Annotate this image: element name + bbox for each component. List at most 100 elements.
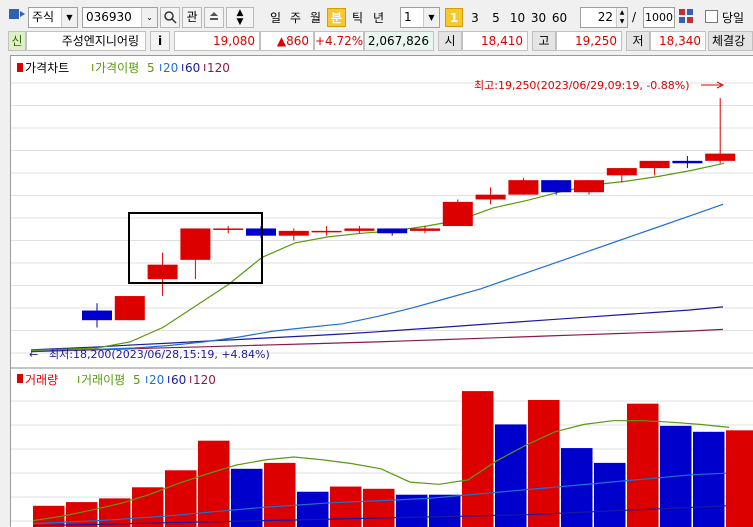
volume-bar <box>132 487 164 527</box>
vol-ma120-mark-icon: ı <box>189 372 192 386</box>
ma5-line <box>30 162 725 351</box>
candle-body <box>475 194 506 200</box>
volume-ma-120: 120 <box>193 373 216 387</box>
volume-bar <box>297 491 329 527</box>
price-change: ▲860 <box>260 31 314 51</box>
volume-legend: 거래량 ı 거래이평 5 ı 20 ı 60 ı 120 <box>17 372 216 387</box>
chevron-down-icon[interactable]: ⌄ <box>141 8 157 27</box>
volume-bar <box>561 448 593 527</box>
period-tab-4[interactable]: 틱 <box>348 8 367 27</box>
display-count-value: 22 <box>597 10 613 24</box>
arrow-panel-icon <box>9 9 25 19</box>
volume-ma-5: 5 <box>133 373 141 387</box>
search-icon <box>164 11 177 24</box>
stock-code-input[interactable]: 036930 ⌄ <box>82 7 158 28</box>
volume-ma-label: 거래이평 <box>81 373 125 387</box>
price-ma-20: 20 <box>163 61 178 75</box>
candle-body <box>180 228 211 260</box>
current-price: 19,080 <box>174 31 260 51</box>
candle-body <box>442 201 473 227</box>
price-ma-60: 60 <box>185 61 200 75</box>
spinner-icon[interactable]: ▲ ▼ <box>616 8 627 27</box>
chart-area: 가격차트 ı 가격이평 5 ı 20 ı 60 ı 120 최고:19,250(… <box>10 55 753 527</box>
candle-body <box>606 168 637 176</box>
today-label: 당일 <box>722 11 745 25</box>
candle-body <box>344 228 375 231</box>
watchlist-button[interactable]: 관 <box>182 7 202 28</box>
settings-icon <box>679 9 693 23</box>
today-checkbox[interactable] <box>705 10 718 23</box>
volume-bar <box>429 494 461 527</box>
volume-bar <box>231 468 263 527</box>
quick-interval-1[interactable]: 3 <box>466 8 484 27</box>
moving-average-lines <box>30 162 725 353</box>
period-tab-0[interactable]: 일 <box>266 8 285 27</box>
triangle-menu-icon <box>210 12 218 20</box>
quick-interval-0[interactable]: 1 <box>445 8 463 27</box>
period-tab-1[interactable]: 주 <box>286 8 305 27</box>
strength-label: 체결강 <box>708 31 753 51</box>
volume-bar <box>363 488 395 527</box>
arrow-left-icon: ← <box>29 348 38 361</box>
chevron-down-icon[interactable]: ▼ <box>423 8 439 27</box>
quick-interval-5[interactable]: 60 <box>550 8 569 27</box>
period-tab-5[interactable]: 년 <box>369 8 388 27</box>
count-separator: / <box>632 10 637 24</box>
candle-body <box>541 180 572 193</box>
candle-body <box>410 228 440 231</box>
display-count-input[interactable]: 22 ▲ ▼ <box>580 7 628 28</box>
candle-body <box>639 160 670 169</box>
screen-toggle-button[interactable] <box>8 7 26 28</box>
volume-bar <box>330 486 362 527</box>
market-select[interactable]: 주식 ▼ <box>28 7 78 28</box>
chevron-down-icon[interactable]: ▼ <box>61 8 77 27</box>
low-label: 저 <box>626 31 650 51</box>
candle-body <box>311 230 342 233</box>
vol-ma20-mark-icon: ı <box>145 372 148 386</box>
volume-bar <box>99 498 131 527</box>
price-change-pct: +4.72% <box>314 31 364 51</box>
quick-interval-2[interactable]: 5 <box>487 8 505 27</box>
total-count-input[interactable]: 1000 <box>643 7 675 28</box>
search-button[interactable] <box>160 7 180 28</box>
total-count-value: 1000 <box>645 11 673 24</box>
left-strip <box>0 55 10 527</box>
ma60-mark-icon: ı <box>181 60 184 74</box>
volume-bar <box>693 431 725 527</box>
price-ma-120: 120 <box>207 61 230 75</box>
candle-body <box>114 296 145 321</box>
price-ma-label: 가격이평 <box>95 61 139 75</box>
open-label: 시 <box>438 31 462 51</box>
market-select-value: 주식 <box>32 10 55 24</box>
candle-body <box>377 228 408 234</box>
candle-body <box>574 180 604 193</box>
stock-spinner[interactable]: ▲ ▼ <box>226 7 254 28</box>
candle-body <box>672 160 703 164</box>
volume-value: 2,067,826 <box>364 31 434 51</box>
high-label: 고 <box>532 31 556 51</box>
chart-canvas: 가격차트 ı 가격이평 5 ı 20 ı 60 ı 120 최고:19,250(… <box>11 60 753 527</box>
stock-code-value: 036930 <box>86 10 132 24</box>
history-button[interactable] <box>204 7 224 28</box>
candle-body <box>705 153 736 161</box>
info-button[interactable]: i <box>150 31 170 51</box>
price-ma-5: 5 <box>147 61 155 75</box>
volume-panel-title: 거래량 <box>25 373 58 387</box>
low-price: 18,340 <box>650 31 706 51</box>
quick-interval-4[interactable]: 30 <box>529 8 548 27</box>
price-panel-title: 가격차트 <box>25 61 69 75</box>
quick-interval-3[interactable]: 10 <box>508 8 527 27</box>
high-price: 19,250 <box>556 31 622 51</box>
period-tab-2[interactable]: 월 <box>306 8 325 27</box>
settings-button[interactable] <box>677 7 695 28</box>
candle-body <box>213 228 244 230</box>
min-annotation: 최저:18,200(2023/06/28,15:19, +4.84%) <box>49 348 270 361</box>
interval-select[interactable]: 1 ▼ <box>400 7 440 28</box>
candle-body <box>278 230 309 236</box>
period-tab-3[interactable]: 분 <box>327 8 346 27</box>
volume-bars <box>33 391 753 527</box>
toolbar: 주식 ▼ 036930 ⌄ 관 ▲ ▼ 1 ▼ 22 ▲ ▼ / 1000 당일 일… <box>0 0 753 33</box>
volume-bar <box>594 462 626 527</box>
volume-ma-60: 60 <box>171 373 186 387</box>
price-legend-icon <box>17 63 23 72</box>
